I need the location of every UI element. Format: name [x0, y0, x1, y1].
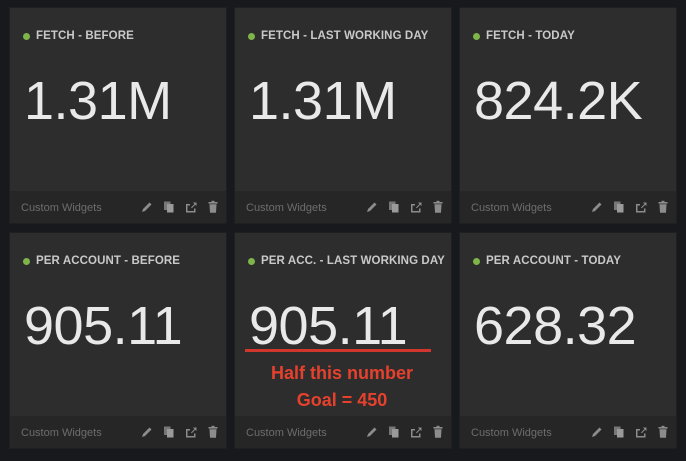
widget-actions	[590, 425, 670, 439]
status-dot-icon	[473, 32, 480, 40]
widget-value: 824.2K	[474, 71, 643, 131]
share-icon[interactable]	[409, 425, 423, 439]
edit-pencil-icon[interactable]	[590, 200, 604, 214]
widget-value: 1.31M	[249, 71, 397, 131]
widget-fetch-last-working-day: FETCH - LAST WORKING DAY 1.31M Custom Wi…	[235, 8, 451, 223]
widget-footer: Custom Widgets	[460, 416, 676, 448]
widget-actions	[140, 200, 220, 214]
widget-fetch-today: FETCH - TODAY 824.2K Custom Widgets	[460, 8, 676, 223]
copy-icon[interactable]	[387, 425, 401, 439]
widget-header: PER ACCOUNT - TODAY	[473, 254, 621, 268]
widget-title: PER ACCOUNT - TODAY	[486, 255, 622, 267]
share-icon[interactable]	[184, 200, 198, 214]
widget-actions	[140, 425, 220, 439]
edit-pencil-icon[interactable]	[140, 425, 154, 439]
trash-icon[interactable]	[206, 425, 220, 439]
widget-title: FETCH - BEFORE	[36, 30, 134, 42]
widget-title: FETCH - LAST WORKING DAY	[261, 30, 429, 42]
widget-footer: Custom Widgets	[10, 191, 226, 223]
widget-header: FETCH - TODAY	[473, 29, 575, 43]
widget-header: FETCH - LAST WORKING DAY	[248, 29, 428, 43]
widget-header: FETCH - BEFORE	[23, 29, 134, 43]
edit-pencil-icon[interactable]	[365, 200, 379, 214]
edit-pencil-icon[interactable]	[140, 200, 154, 214]
trash-icon[interactable]	[431, 200, 445, 214]
copy-icon[interactable]	[162, 425, 176, 439]
widget-title: FETCH - TODAY	[486, 30, 575, 42]
widget-value: 1.31M	[24, 71, 172, 131]
widget-footer-label[interactable]: Custom Widgets	[21, 202, 102, 214]
widget-footer-label[interactable]: Custom Widgets	[246, 427, 327, 439]
widget-header: PER ACC. - LAST WORKING DAY	[248, 254, 445, 268]
annotation-line-2: Goal = 450	[296, 390, 388, 410]
widget-per-account-before: PER ACCOUNT - BEFORE 905.11 Custom Widge…	[10, 233, 226, 448]
widget-per-acc-last-working-day: PER ACC. - LAST WORKING DAY 905.11 Custo…	[235, 233, 451, 448]
trash-icon[interactable]	[656, 425, 670, 439]
share-icon[interactable]	[184, 425, 198, 439]
widget-actions	[590, 200, 670, 214]
annotation-line-1: Half this number	[270, 363, 413, 383]
widget-fetch-before: FETCH - BEFORE 1.31M Custom Widgets	[10, 8, 226, 223]
copy-icon[interactable]	[387, 200, 401, 214]
status-dot-icon	[23, 32, 30, 40]
widget-footer-label[interactable]: Custom Widgets	[21, 427, 102, 439]
share-icon[interactable]	[409, 200, 423, 214]
widget-footer: Custom Widgets	[235, 191, 451, 223]
widget-actions	[365, 200, 445, 214]
status-dot-icon	[248, 257, 255, 265]
copy-icon[interactable]	[612, 425, 626, 439]
widget-footer: Custom Widgets	[460, 191, 676, 223]
widget-title: PER ACCOUNT - BEFORE	[36, 255, 181, 267]
widget-header: PER ACCOUNT - BEFORE	[23, 254, 180, 268]
widget-title: PER ACC. - LAST WORKING DAY	[261, 255, 445, 267]
annotation-underline	[245, 349, 431, 352]
widget-footer-label[interactable]: Custom Widgets	[471, 202, 552, 214]
share-icon[interactable]	[634, 425, 648, 439]
status-dot-icon	[473, 257, 480, 265]
widget-value: 905.11	[24, 296, 183, 356]
copy-icon[interactable]	[162, 200, 176, 214]
widget-footer: Custom Widgets	[10, 416, 226, 448]
copy-icon[interactable]	[612, 200, 626, 214]
widget-footer-label[interactable]: Custom Widgets	[471, 427, 552, 439]
status-dot-icon	[23, 257, 30, 265]
edit-pencil-icon[interactable]	[365, 425, 379, 439]
widget-actions	[365, 425, 445, 439]
widget-footer-label[interactable]: Custom Widgets	[246, 202, 327, 214]
widget-value: 628.32	[474, 296, 637, 356]
trash-icon[interactable]	[431, 425, 445, 439]
trash-icon[interactable]	[206, 200, 220, 214]
widget-footer: Custom Widgets	[235, 416, 451, 448]
status-dot-icon	[248, 32, 255, 40]
edit-pencil-icon[interactable]	[590, 425, 604, 439]
widget-per-account-today: PER ACCOUNT - TODAY 628.32 Custom Widget…	[460, 233, 676, 448]
trash-icon[interactable]	[656, 200, 670, 214]
share-icon[interactable]	[634, 200, 648, 214]
